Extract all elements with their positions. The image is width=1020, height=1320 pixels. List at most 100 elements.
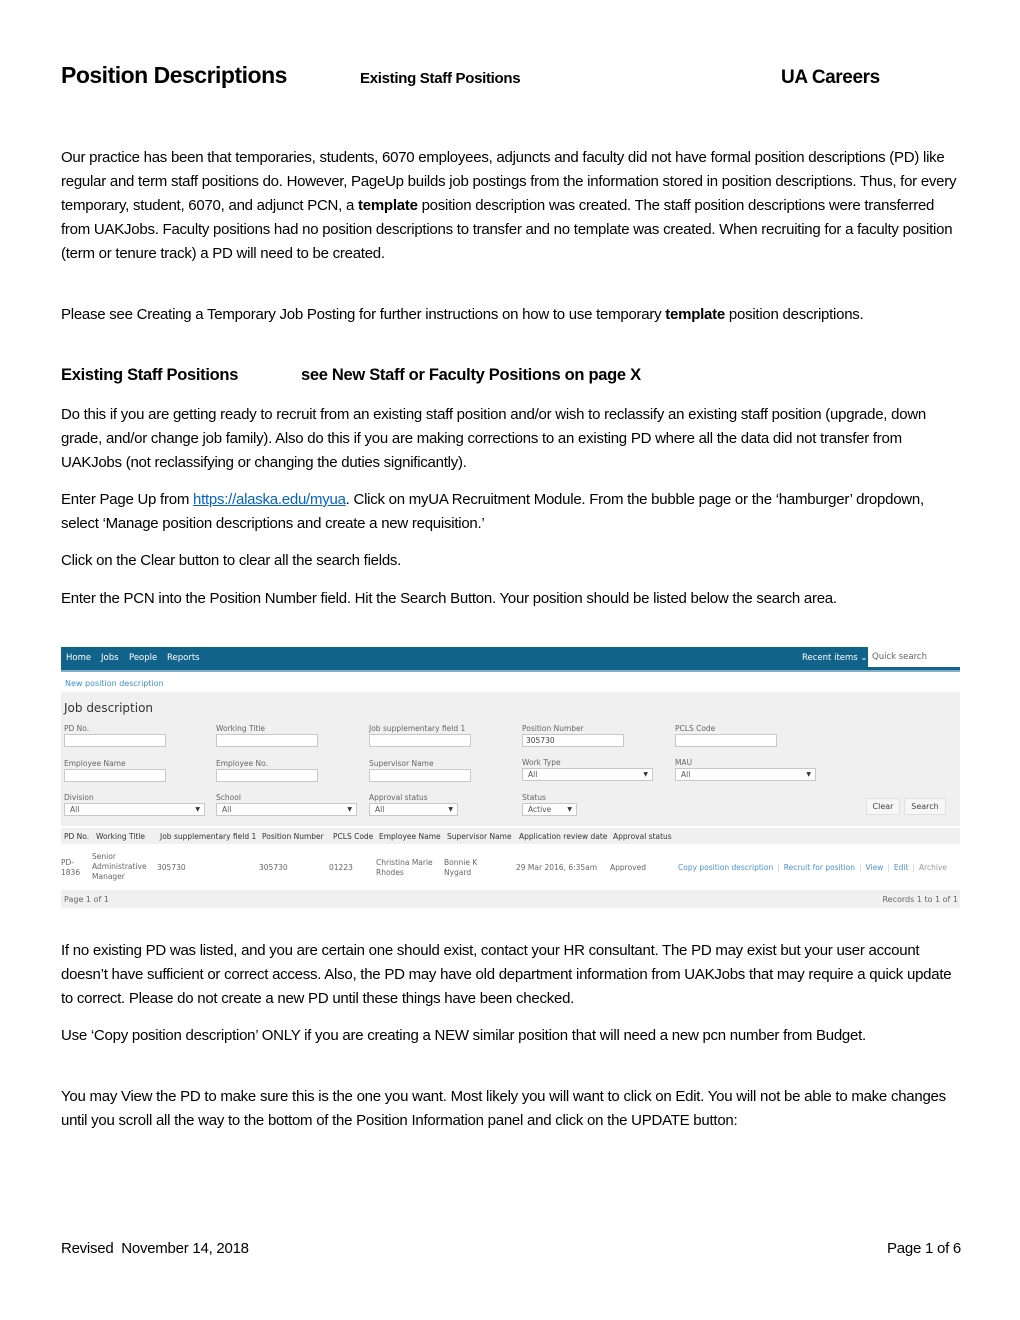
supervisor-name-field: Supervisor Name [369,759,471,782]
employee-no-input[interactable] [216,769,318,782]
job-supp-input[interactable] [369,734,471,747]
column-header[interactable]: PCLS Code [333,832,373,841]
dropdown-arrow-icon: ▼ [347,806,352,813]
pd-no-input[interactable] [64,734,166,747]
dropdown-arrow-icon: ▼ [806,771,811,778]
pageup-screenshot: Home Jobs People Reports Recent items ⌄ … [61,647,960,910]
dropdown-arrow-icon: ▼ [195,806,200,813]
pcls-code-input[interactable] [675,734,777,747]
intro-paragraph: Our practice has been that temporaries, … [61,146,961,266]
status-select[interactable]: Active ▼ [522,803,577,816]
page-number: Page 1 of 6 [887,1240,961,1257]
mau-field: MAU All ▼ [675,758,816,781]
nav-people[interactable]: People [129,653,157,663]
field-label: PCLS Code [675,724,716,733]
column-header[interactable]: Application review date [519,832,607,841]
recruit-for-position-link[interactable]: Recruit for position [784,863,855,872]
bold-text: template [357,197,418,214]
myua-link[interactable]: https://alaska.edu/myua [193,491,346,508]
field-label: Status [522,793,546,802]
no-pd-paragraph: If no existing PD was listed, and you ar… [61,942,952,1007]
division-select[interactable]: All ▼ [64,803,205,816]
dropdown-arrow-icon: ▼ [448,806,453,813]
pcls-code-field: PCLS Code [675,724,777,747]
approval-status-select[interactable]: All ▼ [369,803,458,816]
column-header[interactable]: PD No. [64,832,89,841]
view-link[interactable]: View [866,863,884,872]
cell-position-number: 305730 [259,863,288,872]
table-footer: Page 1 of 1 Records 1 to 1 of 1 [61,890,960,908]
cell-job-supp: 305730 [157,863,186,872]
separator: | [912,863,915,872]
copy-position-description-link[interactable]: Copy position description [678,863,773,872]
records-label: Records 1 to 1 of 1 [882,895,958,904]
column-header[interactable]: Employee Name [379,832,441,841]
page-subtitle: Existing Staff Positions [360,70,521,87]
field-label: Working Title [216,724,266,733]
field-label: Supervisor Name [369,759,434,768]
page-header: Position Descriptions Existing Staff Pos… [61,62,961,96]
nav-jobs[interactable]: Jobs [101,653,119,663]
select-value: All [681,770,691,779]
cell-working-title: Senior Administrative Manager [92,852,147,881]
text: Please see Creating a Temporary Job Post… [61,306,666,323]
working-title-input[interactable] [216,734,318,747]
row-actions: Copy position description | Recruit for po… [678,863,947,872]
employee-no-field: Employee No. [216,759,318,782]
position-number-input[interactable]: 305730 [522,734,624,747]
select-value: All [528,770,538,779]
select-value: Active [528,805,552,814]
school-select[interactable]: All ▼ [216,803,357,816]
separator: | [777,863,780,872]
column-header[interactable]: Working Title [96,832,145,841]
page-title: Position Descriptions [61,62,287,88]
working-title-field: Working Title [216,724,318,747]
recent-items-dropdown[interactable]: Recent items ⌄ [802,653,868,663]
employee-name-input[interactable] [64,769,166,782]
header-right-label: UA Careers [781,67,880,88]
template-paragraph: Please see Creating a Temporary Job Post… [61,303,961,327]
cell-pcls-code: 01223 [329,863,353,872]
quick-search-input[interactable]: Quick search [868,647,960,667]
field-label: Approval status [369,793,428,802]
table-row: PD-1836 Senior Administrative Manager 30… [61,846,960,888]
pd-no-field: PD No. [64,724,166,747]
enter-pcn-paragraph: Enter the PCN into the Position Number f… [61,590,837,607]
dropdown-arrow-icon: ▼ [643,771,648,778]
page-footer: Revised November 14, 2018 Page 1 of 6 [61,1240,961,1257]
search-button[interactable]: Search [904,798,946,815]
select-value: All [375,805,385,814]
cell-approval-status: Approved [610,863,646,872]
work-type-field: Work Type All ▼ [522,758,653,781]
column-header[interactable]: Job supplementary field 1 [160,832,256,841]
text: position descriptions. [724,306,864,323]
text: Enter Page Up from [61,491,193,508]
mau-select[interactable]: All ▼ [675,768,816,781]
cell-employee-name: Christina Marie Rhodes [376,858,433,877]
column-header[interactable]: Supervisor Name [447,832,512,841]
new-position-description-link[interactable]: New position description [65,679,164,688]
supervisor-name-input[interactable] [369,769,471,782]
archive-link[interactable]: Archive [919,863,947,872]
search-panel: Job description PD No. Working Title Job… [61,692,960,826]
clear-button[interactable]: Clear [866,798,900,815]
field-label: PD No. [64,724,90,733]
nav-reports[interactable]: Reports [167,653,200,663]
select-value: All [70,805,80,814]
field-label: Employee No. [216,759,268,768]
section-heading: Existing Staff Positions see New Staff o… [61,366,641,385]
nav-home[interactable]: Home [66,653,91,663]
school-field: School All ▼ [216,793,357,816]
work-type-select[interactable]: All ▼ [522,768,653,781]
existing-staff-paragraph: Do this if you are getting ready to recr… [61,406,926,471]
column-header[interactable]: Approval status [613,832,672,841]
panel-title: Job description [64,701,154,715]
results-table-header: PD No. Working Title Job supplementary f… [61,828,960,844]
enter-pageup-paragraph: Enter Page Up from https://alaska.edu/my… [61,488,961,536]
separator: | [887,863,890,872]
field-label: MAU [675,758,693,767]
column-header[interactable]: Position Number [262,832,324,841]
new-pd-bar: New position description [61,672,960,692]
edit-link[interactable]: Edit [894,863,909,872]
revised-date: Revised November 14, 2018 [61,1240,249,1257]
